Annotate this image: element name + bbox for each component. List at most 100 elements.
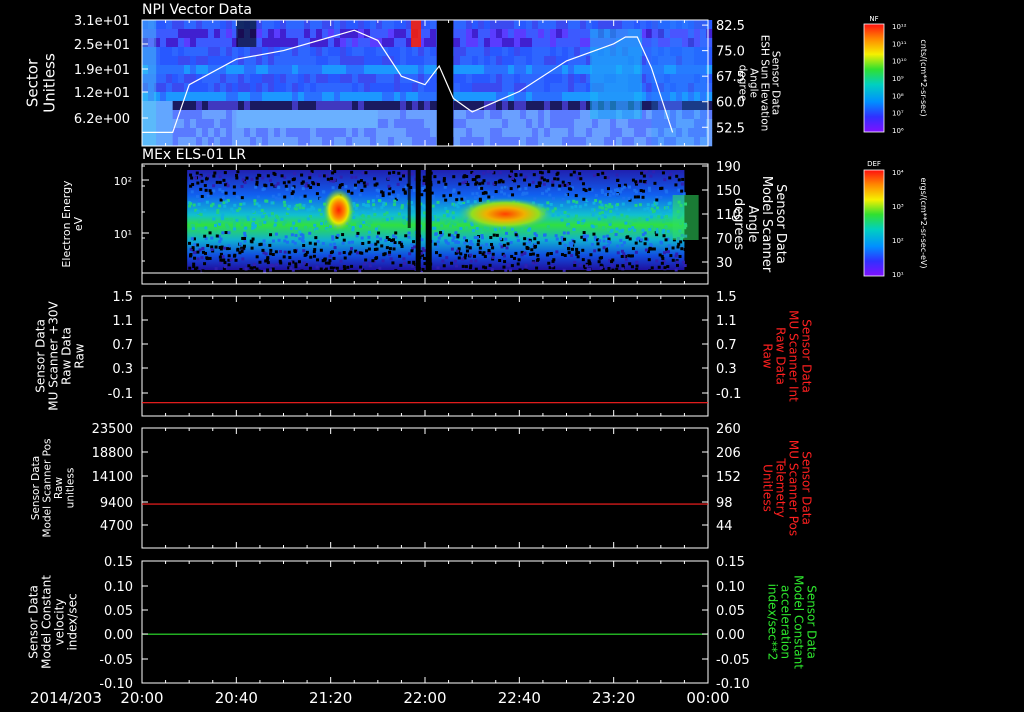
nf-tick-3: 10⁹ <box>892 75 904 83</box>
def-tick-0: 10⁴ <box>892 169 904 177</box>
date-label: 2014/203 <box>30 689 102 707</box>
npi-left-tick-0: 3.1e+01 <box>74 14 130 29</box>
constant-velocity-panel: 0.150.100.050.00-0.05-0.100.150.100.050.… <box>27 555 819 692</box>
lp5-right-tick-2: 0.05 <box>716 604 745 619</box>
lp5-frame <box>141 560 709 684</box>
els-right-tick-1: 150 <box>716 184 741 199</box>
lp3-left-tick-1: 1.1 <box>112 314 133 329</box>
plot-canvas: NPI Vector Data 3.1e+01 2.5e+01 1.9e+01 1.2… <box>24 2 929 707</box>
els-hot-spot-a <box>322 188 355 232</box>
npi-left-tick-4: 6.2e+00 <box>74 112 130 127</box>
lp5-right-tick-1: 0.10 <box>716 580 745 595</box>
time-label-5: 23:20 <box>592 689 635 707</box>
lp4-frame <box>141 427 709 549</box>
els-left-axis-label: Electron EnergyeV <box>60 180 85 268</box>
lp5-left-tick-4: -0.05 <box>99 653 133 668</box>
time-label-3: 22:00 <box>403 689 446 707</box>
nf-colorbar-units: cnts/(cm**2-sr-sec) <box>919 39 928 116</box>
time-label-0: 20:00 <box>120 689 163 707</box>
npi-red-band <box>411 20 421 47</box>
lp4-right-tick-2: 152 <box>716 470 741 485</box>
lp5-right-tick-0: 0.15 <box>716 555 745 570</box>
nf-colorbar-title: NF <box>869 15 878 23</box>
npi-data-gap <box>436 20 454 146</box>
lp4-left-tick-0: 23500 <box>92 422 133 437</box>
npi-right-tick-1: 75.0 <box>716 45 745 60</box>
npi-heatmap <box>142 20 713 147</box>
def-tick-3: 10¹ <box>892 271 904 279</box>
lp3-frame <box>141 295 709 417</box>
nf-tick-0: 10¹² <box>892 23 907 31</box>
lp3-right-tick-1: 1.1 <box>716 314 737 329</box>
lp3-left-tick-3: 0.3 <box>112 362 133 377</box>
def-colorbar: DEF 10⁴ 10³ 10² 10¹ ergs/(cm**2-sr-sec-eV) <box>863 160 928 279</box>
nf-tick-2: 10¹⁰ <box>892 58 907 66</box>
npi-left-ticks: 3.1e+01 2.5e+01 1.9e+01 1.2e+01 6.2e+00 <box>74 14 148 127</box>
time-label-4: 22:40 <box>498 689 541 707</box>
nf-tick-1: 10¹¹ <box>892 40 907 48</box>
def-tick-1: 10³ <box>892 203 904 211</box>
lp3-right-tick-0: 1.5 <box>716 290 737 305</box>
lp5-right-axis-label: Sensor DataModel Constantaccelerationind… <box>766 575 819 669</box>
lp3-left-tick-2: 0.7 <box>112 338 133 353</box>
time-axis-labels: 20:00 20:40 21:20 22:00 22:40 23:20 00:00 <box>120 689 729 707</box>
def-colorbar-ticks: 10⁴ 10³ 10² 10¹ <box>892 169 904 279</box>
def-colorbar-title: DEF <box>867 160 881 168</box>
lp4-right-tick-1: 206 <box>716 446 741 461</box>
lp4-right-axis-label: Sensor DataMU Scanner PosTelemetryUnitle… <box>761 440 814 536</box>
def-colorbar-scale <box>864 170 884 276</box>
lp4-left-tick-2: 14100 <box>92 470 133 485</box>
lp4-left-axis-label: Sensor DataModel Scanner PosRawunitless <box>30 438 77 537</box>
lp4-right-tick-3: 98 <box>716 496 733 511</box>
els-left-tick-0: 10² <box>114 175 132 188</box>
lp4-right-tick-0: 260 <box>716 422 741 437</box>
lp5-left-axis-label: Sensor DataModel Constantvelocityindex/s… <box>27 575 80 669</box>
npi-panel-title: NPI Vector Data <box>142 2 252 18</box>
nf-colorbar-ticks: 10¹² 10¹¹ 10¹⁰ 10⁹ 10⁸ 10⁷ 10⁶ <box>892 23 907 135</box>
scanner-30v-panel: 1.5 1.1 0.7 0.3 -0.1 1.5 1.1 0.7 0.3 -0.1 Sensor D… <box>34 290 814 417</box>
lp3-right-tick-4: -0.1 <box>716 387 741 402</box>
lp4-right-tick-4: 44 <box>716 519 733 534</box>
time-label-1: 20:40 <box>215 689 258 707</box>
def-colorbar-units: ergs/(cm**2-sr-sec-eV) <box>919 177 928 268</box>
time-label-2: 21:20 <box>309 689 352 707</box>
els-left-tick-1: 10¹ <box>114 228 132 241</box>
els-hot-spot-b <box>457 198 554 230</box>
npi-els-timeseries-plot: NPI Vector Data 3.1e+01 2.5e+01 1.9e+01 1.2… <box>0 0 1024 708</box>
els-spectrogram <box>187 168 699 273</box>
npi-left-axis-label: SectorUnitless <box>24 53 59 113</box>
lp4-left-tick-4: 4700 <box>100 519 133 534</box>
npi-left-tick-2: 1.9e+01 <box>74 63 130 78</box>
els-left-ticks: 10² 10¹ <box>114 165 149 262</box>
npi-left-tick-1: 2.5e+01 <box>74 38 130 53</box>
lp3-right-axis-label: Sensor DataMU Scanner IntRaw DataRaw <box>761 310 814 402</box>
els-right-tick-3: 70 <box>716 232 733 247</box>
npi-right-tick-4: 52.5 <box>716 121 745 136</box>
nf-colorbar: NF 10¹² 10¹¹ 10¹⁰ 10⁹ 10⁸ 10⁷ 10⁶ cnts/(cm**2-… <box>863 15 928 135</box>
lp4-left-tick-3: 9400 <box>100 496 133 511</box>
els-panel: MEx ELS-01 LR 10²10¹ 1901501107030 Elect… <box>60 147 788 285</box>
lp3-left-tick-0: 1.5 <box>112 290 133 305</box>
lp5-right-tick-3: 0.00 <box>716 628 745 643</box>
nf-colorbar-scale <box>864 24 884 132</box>
lp3-left-tick-4: -0.1 <box>108 387 133 402</box>
npi-right-tick-0: 82.5 <box>716 19 745 34</box>
lp5-left-tick-1: 0.10 <box>104 580 133 595</box>
lp3-right-tick-2: 0.7 <box>716 338 737 353</box>
nf-tick-5: 10⁷ <box>892 110 904 118</box>
lp5-left-tick-3: 0.00 <box>104 628 133 643</box>
npi-panel: NPI Vector Data 3.1e+01 2.5e+01 1.9e+01 1.2… <box>24 2 782 147</box>
nf-tick-6: 10⁶ <box>892 127 904 135</box>
els-right-tick-0: 190 <box>716 160 741 175</box>
lp5-left-tick-0: 0.15 <box>104 555 133 570</box>
lp5-left-tick-2: 0.05 <box>104 604 133 619</box>
npi-left-tick-3: 1.2e+01 <box>74 86 130 101</box>
nf-tick-4: 10⁸ <box>892 92 904 100</box>
els-right-tick-4: 30 <box>716 256 733 271</box>
time-label-6: 00:00 <box>686 689 729 707</box>
def-tick-2: 10² <box>892 237 904 245</box>
els-panel-title: MEx ELS-01 LR <box>142 147 246 163</box>
lp3-right-tick-3: 0.3 <box>716 362 737 377</box>
lp4-left-tick-1: 18800 <box>92 446 133 461</box>
scanner-pos-panel: 23500 18800 14100 9400 4700 260 206 152 98 44 Sens… <box>30 422 814 549</box>
